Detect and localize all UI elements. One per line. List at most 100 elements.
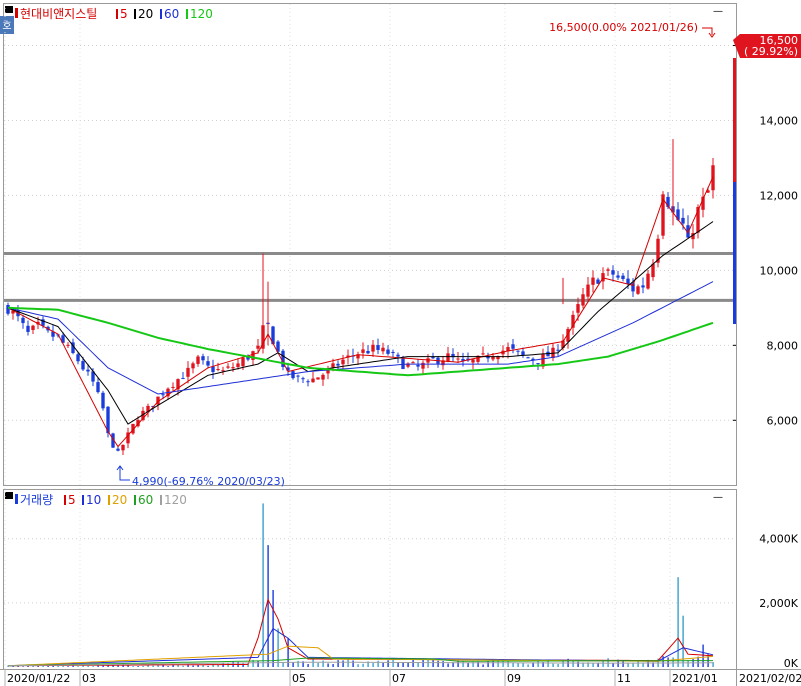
legend-volume-marker	[15, 494, 18, 504]
x-axis-label: 03	[82, 672, 96, 685]
candle-body	[471, 359, 475, 363]
candle-body	[101, 392, 105, 409]
volume-bar	[207, 665, 209, 667]
volume-bar	[87, 665, 89, 667]
volume-bar	[327, 663, 329, 667]
volume-bar	[642, 663, 644, 667]
candle-body	[241, 357, 245, 367]
candle-body	[481, 353, 485, 355]
volume-panel-handle-icon[interactable]	[5, 492, 13, 499]
volume-bar	[397, 662, 399, 667]
candle-body	[511, 344, 515, 349]
legend-ma-10: 10	[86, 493, 101, 507]
candle-body	[586, 284, 590, 297]
legend-ma-marker	[160, 9, 162, 19]
candle-body	[371, 344, 375, 352]
legend-ma-20: 20	[112, 493, 127, 507]
volume-bar	[357, 664, 359, 667]
legend-ma-120: 120	[190, 7, 213, 21]
volume-close-icon[interactable]: —	[713, 492, 723, 503]
chart-background	[0, 0, 801, 686]
volume-bar	[442, 661, 444, 667]
volume-bar	[262, 503, 264, 667]
legend-ma-120: 120	[164, 493, 187, 507]
legend-ma-marker	[64, 495, 66, 505]
candle-body	[81, 361, 85, 370]
candle-body	[526, 357, 530, 359]
candle-body	[611, 270, 615, 275]
candle-body	[301, 378, 305, 380]
volume-bar	[57, 665, 59, 667]
x-axis-label: 07	[392, 672, 406, 685]
volume-bar	[217, 664, 219, 667]
volume-bar	[422, 659, 424, 667]
candle-body	[516, 350, 520, 352]
volume-bar	[277, 628, 279, 667]
candle-body	[121, 444, 125, 451]
legend-price-marker	[15, 8, 18, 18]
candle-body	[211, 366, 215, 372]
volume-bar	[352, 660, 354, 667]
volume-bar	[577, 661, 579, 667]
candle-body	[306, 381, 310, 383]
candle-body	[396, 354, 400, 357]
volume-bar	[337, 660, 339, 667]
legend-ma-marker	[134, 495, 136, 505]
volume-bar	[517, 663, 519, 667]
price-tick-label: 6,000	[767, 414, 799, 427]
volume-bar	[522, 662, 524, 667]
price-tick-label: 8,000	[767, 339, 799, 352]
volume-tick-label: 0K	[784, 657, 799, 670]
volume-bar	[362, 663, 364, 667]
volume-bar	[67, 666, 69, 667]
volume-bar	[382, 662, 384, 667]
volume-bar	[307, 664, 309, 667]
legend-ma-5: 5	[68, 493, 76, 507]
price-range-bar-up	[733, 58, 736, 182]
volume-bar	[117, 665, 119, 667]
candle-body	[341, 359, 345, 365]
candle-body	[216, 369, 220, 371]
price-tick-label: 10,000	[760, 264, 799, 277]
candle-body	[31, 325, 35, 330]
candle-body	[616, 275, 620, 278]
x-axis-label: 11	[617, 672, 631, 685]
legend-price-title: 현대비앤지스틸	[20, 7, 97, 21]
legend-ma-marker	[108, 495, 110, 505]
candle-body	[581, 294, 585, 306]
candle-body	[6, 305, 10, 314]
volume-bar	[687, 660, 689, 667]
volume-bar	[372, 663, 374, 667]
volume-bar	[392, 659, 394, 667]
price-close-icon[interactable]: —	[713, 6, 723, 17]
volume-bar	[97, 665, 99, 667]
current-price-change: ( 29.92%)	[744, 45, 798, 58]
candle-body	[236, 363, 240, 368]
volume-bar	[282, 662, 284, 667]
legend-ma-60: 60	[164, 7, 179, 21]
volume-bar	[482, 664, 484, 667]
candle-body	[376, 345, 380, 350]
volume-bar	[332, 664, 334, 667]
legend-ma-60: 60	[138, 493, 153, 507]
volume-bar	[557, 664, 559, 667]
volume-bar	[137, 666, 139, 667]
candle-body	[231, 367, 235, 369]
legend-ma-5: 5	[120, 7, 128, 21]
candle-body	[76, 354, 80, 362]
candle-body	[366, 350, 370, 354]
price-tick-label: 14,000	[760, 114, 799, 127]
candle-body	[311, 378, 315, 383]
volume-bar	[412, 659, 414, 667]
volume-bar	[152, 665, 154, 667]
volume-bar	[612, 663, 614, 667]
legend-ma-marker	[186, 9, 188, 19]
volume-bar	[107, 665, 109, 667]
candle-body	[361, 349, 365, 353]
x-axis-end-label: 2021/02/02	[739, 672, 801, 685]
volume-bar	[547, 660, 549, 667]
volume-bar	[257, 660, 259, 667]
legend-volume-title: 거래량	[20, 493, 53, 507]
x-axis-label: 09	[507, 672, 521, 685]
price-panel-handle-icon[interactable]	[5, 6, 13, 13]
